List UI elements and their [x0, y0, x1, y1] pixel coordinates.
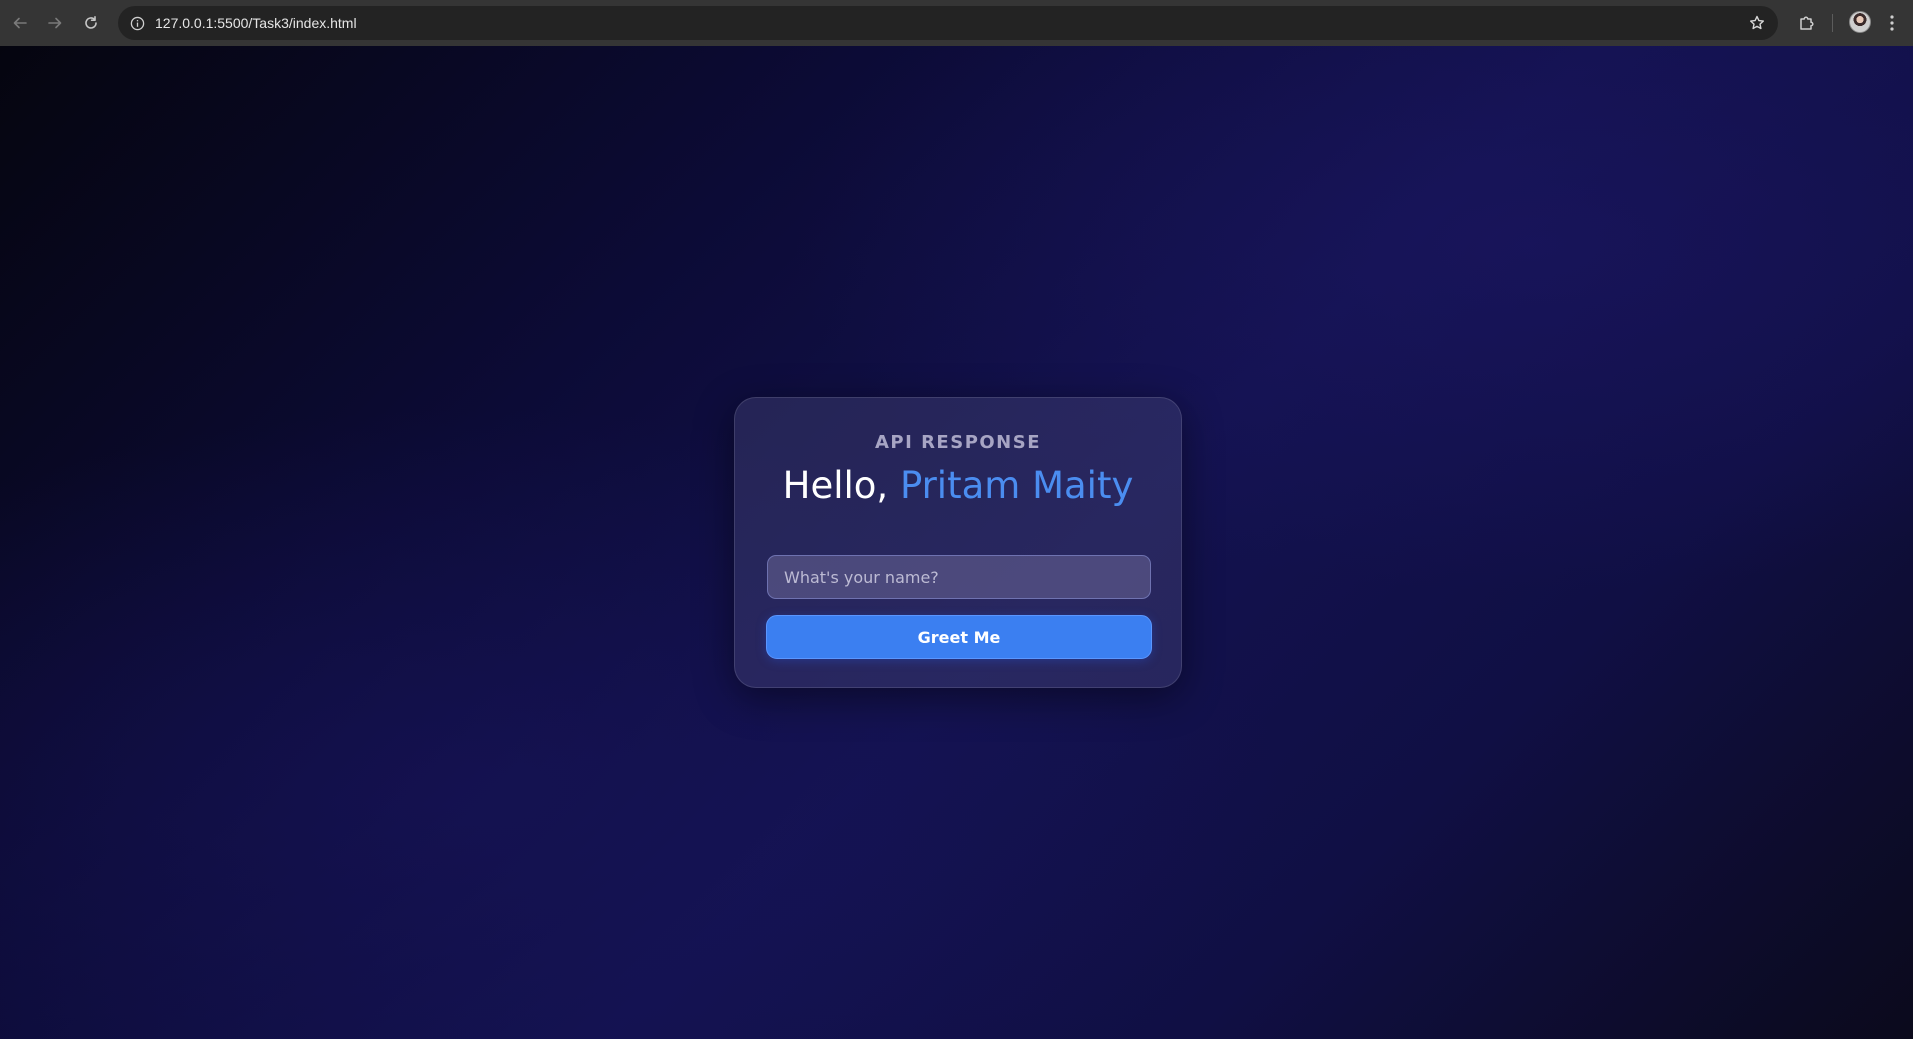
arrow-left-icon — [13, 17, 27, 29]
toolbar-divider — [1832, 14, 1833, 32]
greeting-prefix: Hello, — [782, 464, 900, 507]
address-bar[interactable]: 127.0.0.1:5500/Task3/index.html — [118, 6, 1778, 40]
greeting-heading: Hello, Pritam Maity — [735, 464, 1181, 507]
kebab-menu-icon[interactable] — [1886, 12, 1898, 34]
greet-me-button[interactable]: Greet Me — [766, 615, 1152, 659]
reload-button[interactable] — [79, 11, 103, 35]
reload-icon — [85, 16, 97, 29]
greeting-card: API RESPONSE Hello, Pritam Maity Greet M… — [734, 397, 1182, 688]
back-button[interactable] — [8, 11, 32, 35]
puzzle-icon[interactable] — [1796, 12, 1818, 34]
browser-toolbar: 127.0.0.1:5500/Task3/index.html — [0, 0, 1913, 46]
avatar[interactable] — [1849, 11, 1871, 33]
greeting-name: Pritam Maity — [899, 464, 1134, 507]
star-icon[interactable] — [1748, 14, 1766, 32]
page-viewport: API RESPONSE Hello, Pritam Maity Greet M… — [0, 46, 1913, 1039]
address-bar-url[interactable]: 127.0.0.1:5500/Task3/index.html — [155, 6, 357, 40]
arrow-right-icon — [48, 17, 62, 29]
card-eyebrow: API RESPONSE — [874, 432, 1042, 453]
name-input[interactable] — [767, 555, 1151, 599]
info-icon[interactable] — [128, 14, 146, 32]
forward-button[interactable] — [43, 11, 67, 35]
